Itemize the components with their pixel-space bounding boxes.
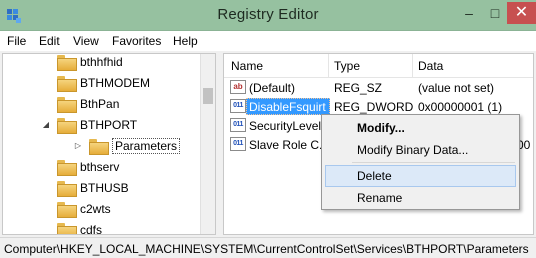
tree-item-cdfs[interactable]: cdfs xyxy=(57,219,103,235)
context-menu-separator xyxy=(352,162,515,163)
tree-item-label: BTHMODEM xyxy=(80,75,150,90)
folder-icon xyxy=(57,159,77,176)
collapsed-arrow-icon[interactable]: ▷ xyxy=(73,141,83,150)
registry-path: Computer\HKEY_LOCAL_MACHINE\SYSTEM\Curre… xyxy=(4,242,529,256)
context-menu-label: Rename xyxy=(357,191,403,205)
tree-item-label: Parameters xyxy=(112,137,181,154)
folder-icon xyxy=(57,117,77,134)
tree-item-label: cdfs xyxy=(80,222,103,235)
tree-item-label: bthhfhid xyxy=(80,54,123,69)
value-type: REG_DWORD xyxy=(334,100,414,114)
tree-item-label: BTHUSB xyxy=(80,180,129,195)
context-menu-label: Modify Binary Data... xyxy=(357,143,469,157)
value-data: 0x00000001 (1) xyxy=(418,100,503,114)
tree-item-bthpan[interactable]: BthPan xyxy=(57,93,119,114)
tree-item-bthserv[interactable]: bthserv xyxy=(57,156,119,177)
registry-tree[interactable]: bthhfhid BTHMODEM BthPan ◢ BTHPORT ▷ Par… xyxy=(2,53,216,235)
value-type: REG_SZ xyxy=(334,81,383,95)
folder-icon xyxy=(57,180,77,197)
tree-item-label: BthPan xyxy=(80,96,120,111)
tree-item-label: bthserv xyxy=(80,159,120,174)
menu-bar: File Edit View Favorites Help xyxy=(0,31,536,51)
binary-value-icon: 011 xyxy=(230,137,246,151)
folder-icon xyxy=(57,222,77,234)
binary-value-icon: 011 xyxy=(230,118,246,132)
folder-icon xyxy=(57,54,77,71)
tree-item-c2wts[interactable]: c2wts xyxy=(57,198,111,219)
tree-item-bthusb[interactable]: BTHUSB xyxy=(57,177,129,198)
tree-scrollbar-thumb[interactable] xyxy=(203,88,213,104)
value-data: (value not set) xyxy=(418,81,495,95)
menu-file[interactable]: File xyxy=(7,34,26,48)
tree-item-bthport[interactable]: ◢ BTHPORT xyxy=(41,114,137,135)
folder-icon xyxy=(57,201,77,218)
folder-icon xyxy=(57,75,77,92)
tree-item-bthhfhid[interactable]: bthhfhid xyxy=(57,54,123,72)
menu-edit[interactable]: Edit xyxy=(39,34,60,48)
binary-value-icon: 011 xyxy=(230,99,246,113)
context-menu-modify[interactable]: Modify... xyxy=(325,117,516,139)
string-value-icon: ab xyxy=(230,80,246,94)
context-menu-modify-binary[interactable]: Modify Binary Data... xyxy=(325,139,516,161)
context-menu-label: Delete xyxy=(357,169,392,183)
list-header: Name Type Data xyxy=(224,54,533,78)
maximize-button[interactable]: □ xyxy=(482,2,508,24)
expanded-arrow-icon[interactable]: ◢ xyxy=(41,120,51,129)
status-bar: Computer\HKEY_LOCAL_MACHINE\SYSTEM\Curre… xyxy=(0,237,536,258)
tree-item-bthmodem[interactable]: BTHMODEM xyxy=(57,72,150,93)
value-name: SecurityLevel xyxy=(249,119,322,133)
column-header-type[interactable]: Type xyxy=(334,59,360,73)
context-menu-rename[interactable]: Rename xyxy=(325,187,516,209)
value-row[interactable]: ab (Default) REG_SZ (value not set) xyxy=(224,78,533,97)
value-name: (Default) xyxy=(249,81,296,95)
context-menu-delete[interactable]: Delete xyxy=(325,165,516,187)
column-divider[interactable] xyxy=(328,54,329,78)
folder-icon xyxy=(89,138,109,155)
tree-item-label: BTHPORT xyxy=(80,117,138,132)
column-header-name[interactable]: Name xyxy=(231,59,263,73)
value-name: Slave Role C... xyxy=(249,138,330,152)
title-bar[interactable]: Registry Editor – □ ✕ xyxy=(0,0,536,31)
close-button[interactable]: ✕ xyxy=(507,2,536,24)
tree-item-parameters[interactable]: ▷ Parameters xyxy=(73,135,181,156)
column-header-data[interactable]: Data xyxy=(418,59,443,73)
menu-help[interactable]: Help xyxy=(173,34,198,48)
pane-splitter[interactable] xyxy=(218,51,222,237)
menu-view[interactable]: View xyxy=(73,34,99,48)
value-name: DisableFsquirt xyxy=(249,100,326,114)
context-menu: Modify... Modify Binary Data... Delete R… xyxy=(321,114,520,210)
context-menu-label: Modify... xyxy=(357,121,405,135)
minimize-button[interactable]: – xyxy=(456,2,482,24)
tree-item-label: c2wts xyxy=(80,201,111,216)
menu-favorites[interactable]: Favorites xyxy=(112,34,161,48)
tree-scrollbar[interactable] xyxy=(200,54,215,234)
folder-icon xyxy=(57,96,77,113)
column-divider[interactable] xyxy=(412,54,413,78)
